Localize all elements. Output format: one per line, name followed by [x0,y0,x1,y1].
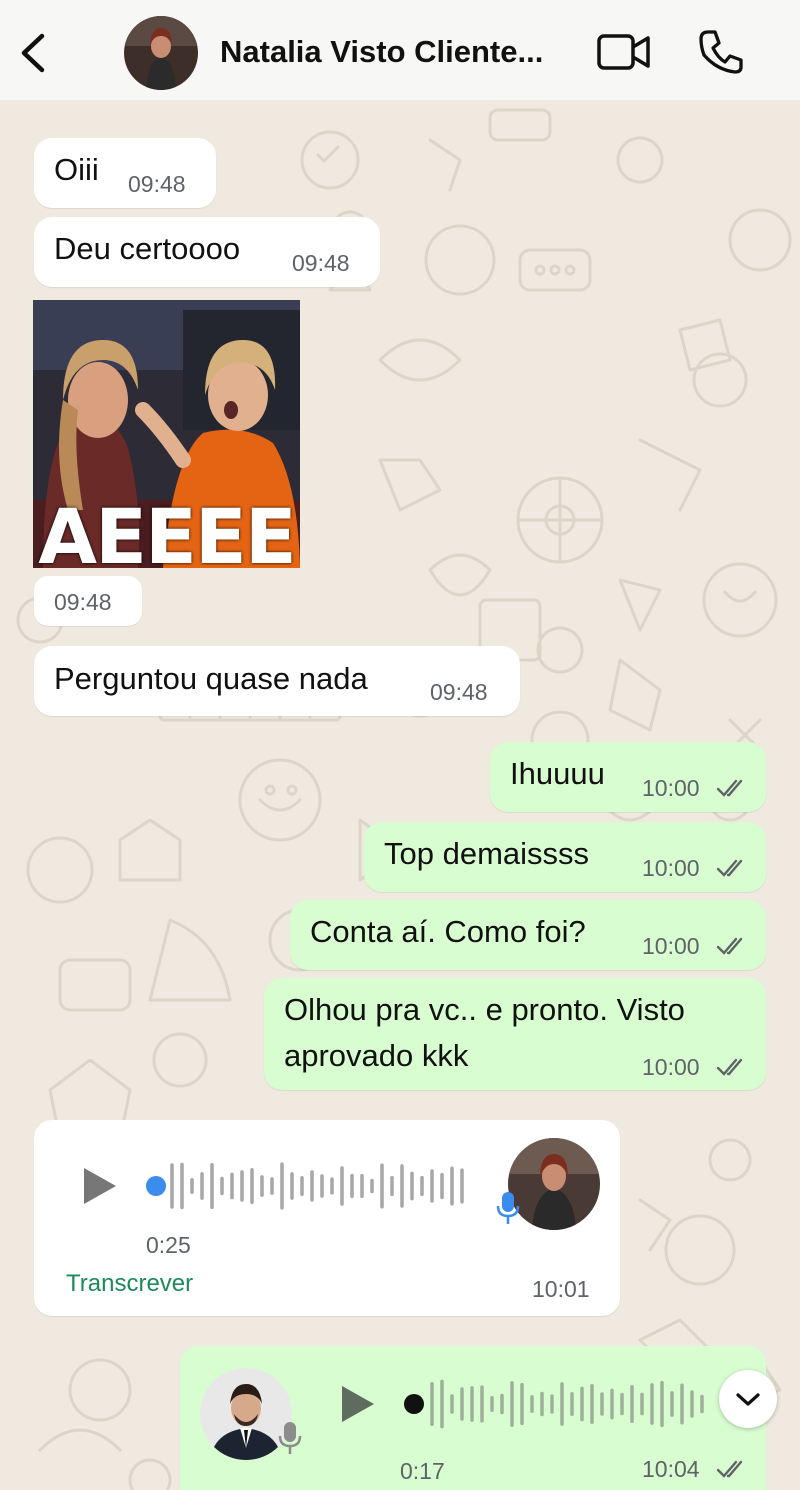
message-text: Oiii [54,152,99,187]
transcribe-link[interactable]: Transcrever [66,1270,193,1298]
voice-call-icon[interactable] [698,29,744,75]
back-arrow-icon[interactable] [14,30,54,76]
chat-header: Natalia Visto Cliente... [0,0,800,100]
sticker-caption: AEEEE [38,492,296,581]
message-text: Conta aí. Como foi? [310,914,586,949]
contact-avatar[interactable] [124,16,198,90]
contact-name[interactable]: Natalia Visto Cliente... [220,34,543,70]
message-bubble-outgoing[interactable]: Olhou pra vc.. e pronto. Visto aprovado … [264,978,766,1090]
message-text: Top demaissss [384,836,590,871]
message-text: Perguntou quase nada [54,661,368,696]
microphone-icon [496,1192,520,1224]
message-time: 09:48 [54,589,112,615]
audio-waveform[interactable] [398,1374,728,1434]
message-time: 10:00 [642,933,700,959]
read-receipt-icon [716,859,743,877]
message-bubble-incoming[interactable]: Oiii 09:48 [34,138,216,208]
message-text-line: aprovado kkk [284,1038,469,1073]
message-bubble-outgoing[interactable]: Conta aí. Como foi? 10:00 [290,900,766,970]
audio-waveform[interactable] [144,1156,474,1216]
message-text-line: Olhou pra vc.. e pronto. Visto [284,992,685,1027]
read-receipt-icon [716,779,743,797]
scroll-to-bottom-button[interactable] [719,1370,777,1428]
message-time: 10:04 [642,1456,700,1482]
video-call-icon[interactable] [596,32,652,72]
message-time: 10:00 [642,855,700,881]
audio-duration: 0:17 [400,1458,445,1484]
message-bubble-outgoing[interactable]: Ihuuuu 10:00 [490,742,766,812]
voice-message-outgoing[interactable]: 0:17 10:04 [180,1346,766,1490]
play-icon[interactable] [340,1384,376,1424]
message-bubble-incoming[interactable]: Deu certoooo 09:48 [34,217,380,287]
message-text: Deu certoooo [54,231,241,266]
microphone-icon [278,1422,302,1454]
read-receipt-icon [716,1058,743,1076]
chevron-down-icon [736,1393,760,1406]
play-icon[interactable] [82,1166,118,1206]
message-bubble-outgoing[interactable]: Top demaissss 10:00 [364,822,766,892]
voice-message-incoming[interactable]: 0:25 Transcrever 10:01 [34,1120,620,1316]
message-time: 09:48 [430,679,488,705]
message-text: Ihuuuu [510,756,605,791]
message-time: 09:48 [292,250,350,276]
read-receipt-icon [716,1460,743,1478]
sender-avatar[interactable] [508,1138,600,1230]
message-time: 10:01 [532,1276,590,1302]
message-time: 09:48 [128,171,186,197]
message-bubble-incoming[interactable]: Perguntou quase nada 09:48 [34,646,520,716]
audio-duration: 0:25 [146,1232,191,1258]
message-time: 10:00 [642,775,700,801]
read-receipt-icon [716,937,743,955]
sticker-time-badge: 09:48 [34,576,142,626]
message-time: 10:00 [642,1054,700,1080]
